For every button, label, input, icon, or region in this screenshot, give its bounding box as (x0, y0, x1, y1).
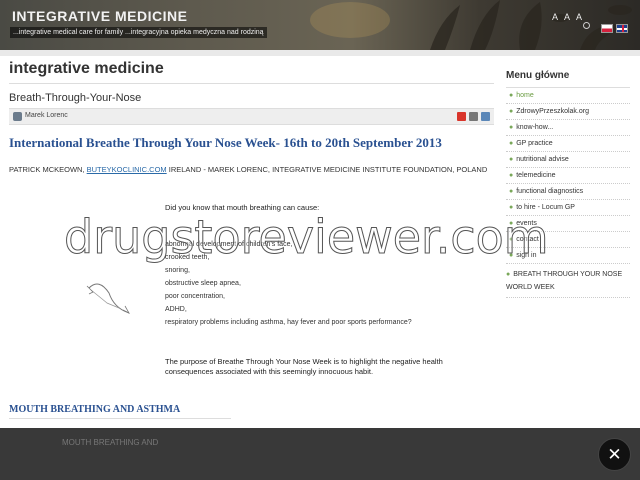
category-title: Breath-Through-Your-Nose (9, 92, 142, 104)
sidebar-item-label: contact (516, 236, 539, 243)
bullet-icon: ● (509, 140, 514, 147)
article-title[interactable]: International Breathe Through Your Nose … (9, 135, 494, 151)
list-item: ADHD, (165, 306, 187, 313)
font-smaller-button[interactable]: A (576, 12, 582, 22)
list-item: poor concentration, (165, 293, 225, 300)
email-icon[interactable] (481, 112, 490, 121)
bullet-icon: ● (509, 172, 514, 179)
sidebar-item-label: know-how... (516, 124, 554, 131)
site-header: INTEGRATIVE MEDICINE ...integrative medi… (0, 0, 640, 50)
sidebar-menu: Menu główne ● home ● ZdrowyPrzeszkolak.org… (506, 70, 630, 298)
sidebar-item-label: events (516, 220, 537, 227)
font-reset-button[interactable]: A (564, 12, 570, 22)
header-divider (0, 50, 640, 56)
list-item: obstructive sleep apnea, (165, 280, 241, 287)
sidebar-item-label: GP practice (516, 140, 553, 147)
bullet-icon: ● (509, 252, 514, 259)
bullet-icon: ● (509, 220, 514, 227)
sidebar-item-label: home (516, 92, 534, 99)
font-size-controls: A A A (552, 12, 582, 22)
symptom-list: abnormal development of children's face,… (165, 238, 412, 329)
intro-question: Did you know that mouth breathing can ca… (165, 203, 320, 212)
sidebar-item-label: to hire - Locum GP (516, 204, 575, 211)
sidebar-item-label: functional diagnostics (516, 188, 584, 195)
sidebar-item-gp-practice[interactable]: ● GP practice (506, 136, 630, 152)
sidebar-item-sign-in[interactable]: ● sign in (506, 248, 630, 264)
purpose-paragraph: The purpose of Breathe Through Your Nose… (165, 357, 443, 376)
sidebar-item-telemedicine[interactable]: ● telemedicine (506, 168, 630, 184)
bullet-icon: ● (509, 108, 514, 115)
byline-author: PATRICK MCKEOWN, (9, 165, 87, 174)
sidebar-item-breath-week[interactable]: ● BREATH THROUGH YOUR NOSE WORLD WEEK (506, 264, 630, 298)
sidebar-item-zdrowyprzeszkolak[interactable]: ● ZdrowyPrzeszkolak.org (506, 104, 630, 120)
bullet-icon: ● (509, 188, 514, 195)
list-item: respiratory problems including asthma, h… (165, 319, 412, 326)
bullet-icon: ● (506, 271, 511, 278)
print-icon[interactable] (469, 112, 478, 121)
section-heading: MOUTH BREATHING AND ASTHMA (9, 404, 231, 419)
main-content: integrative medicine Breath-Through-Your… (9, 60, 494, 419)
font-larger-button[interactable]: A (552, 12, 558, 22)
sidebar-item-locum-gp[interactable]: ● to hire - Locum GP (506, 200, 630, 216)
site-tagline: ...integrative medical care for family .… (10, 27, 267, 38)
page-title: integrative medicine (9, 60, 494, 84)
sidebar-item-label: BREATH THROUGH YOUR NOSE WORLD WEEK (506, 271, 623, 291)
bullet-icon: ● (509, 92, 514, 99)
sidebar-item-label: sign in (516, 252, 537, 259)
list-item: abnormal development of children's face, (165, 241, 293, 248)
article-meta-bar: Marek Lorenc (9, 108, 494, 125)
search-icon[interactable] (583, 22, 590, 29)
sidebar-item-label: telemedicine (516, 172, 556, 179)
sidebar-item-events[interactable]: ● events (506, 216, 630, 232)
close-button[interactable]: ✕ (598, 438, 631, 471)
language-switcher (601, 24, 628, 33)
sidebar-item-functional-diagnostics[interactable]: ● functional diagnostics (506, 184, 630, 200)
sidebar-item-contact[interactable]: ● contact (506, 232, 630, 248)
bullet-icon: ● (509, 204, 514, 211)
overlay-faded-text: MOUTH BREATHING AND (62, 438, 159, 447)
article-byline: PATRICK MCKEOWN, BUTEYKOCLINIC.COM IRELA… (9, 165, 494, 174)
english-flag-icon[interactable] (616, 24, 628, 33)
bottom-overlay-bar: MOUTH BREATHING AND (0, 428, 640, 480)
byline-rest: IRELAND - MAREK LORENC, INTEGRATIVE MEDI… (166, 165, 488, 174)
article-tools (457, 112, 490, 121)
site-title[interactable]: INTEGRATIVE MEDICINE (12, 8, 187, 24)
list-item: snoring, (165, 267, 190, 274)
pdf-icon[interactable] (457, 112, 466, 121)
menu-title: Menu główne (506, 70, 630, 88)
polish-flag-icon[interactable] (601, 24, 613, 33)
sidebar-item-label: nutritional advise (516, 156, 569, 163)
bullet-icon: ● (509, 124, 514, 131)
author-name: Marek Lorenc (25, 112, 68, 119)
face-illustration (86, 283, 131, 314)
sidebar-item-nutritional-advise[interactable]: ● nutritional advise (506, 152, 630, 168)
bullet-icon: ● (509, 236, 514, 243)
bullet-icon: ● (509, 156, 514, 163)
author-icon (13, 112, 22, 121)
buteyko-clinic-link[interactable]: BUTEYKOCLINIC.COM (87, 165, 167, 174)
sidebar-item-know-how[interactable]: ● know-how... (506, 120, 630, 136)
sidebar-item-label: ZdrowyPrzeszkolak.org (516, 108, 589, 115)
sidebar-item-home[interactable]: ● home (506, 88, 630, 104)
list-item: crooked teeth, (165, 254, 210, 261)
